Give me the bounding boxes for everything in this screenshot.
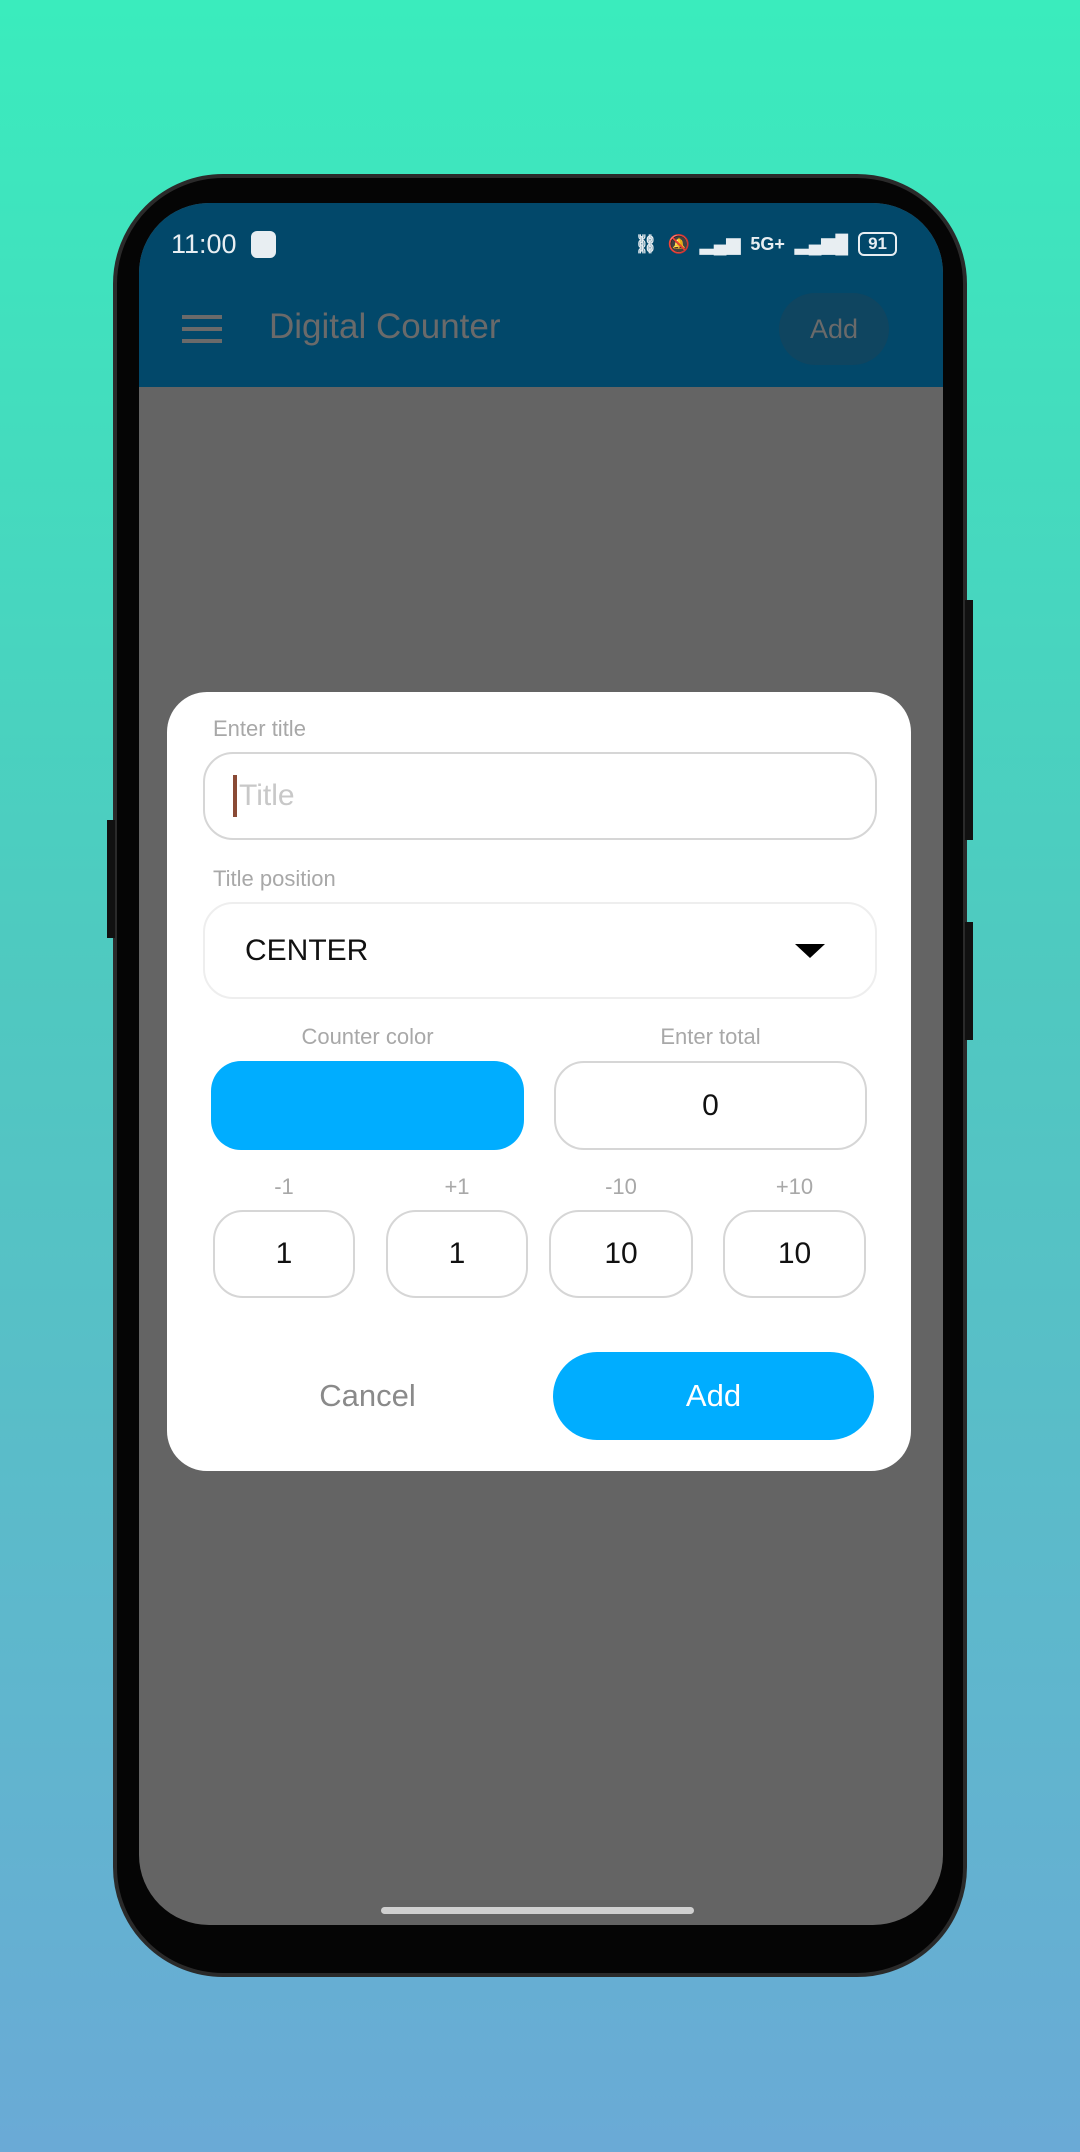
position-value: CENTER (245, 933, 369, 967)
title-position-dropdown[interactable]: CENTER (203, 902, 877, 999)
dropdown-arrow-icon (795, 943, 825, 958)
minus-ten-label: -10 (605, 1174, 637, 1199)
app-title: Digital Counter (269, 307, 501, 346)
minus-one-input[interactable]: 1 (213, 1210, 355, 1298)
add-counter-button[interactable]: Add (779, 293, 889, 365)
title-input[interactable]: Title (203, 752, 877, 840)
side-button (965, 600, 973, 840)
network-type: 5G+ (750, 233, 785, 254)
side-button (965, 922, 973, 1040)
add-button[interactable]: Add (553, 1352, 874, 1440)
signal-icon: ▂▄▆█ (794, 233, 849, 254)
counter-color-picker[interactable] (211, 1061, 524, 1150)
plus-ten-input[interactable]: 10 (723, 1210, 866, 1298)
plus-one-label: +1 (444, 1174, 470, 1199)
total-label: Enter total (660, 1024, 761, 1049)
counter-color-label: Counter color (301, 1024, 434, 1049)
add-counter-dialog: Enter title Title Title position CENTER … (167, 692, 911, 1471)
minus-ten-input[interactable]: 10 (549, 1210, 693, 1298)
signal-icon: ▂▄▆ (699, 233, 741, 254)
muted-bell-icon: 🔕 (667, 233, 690, 254)
menu-icon[interactable] (182, 315, 222, 343)
text-cursor (233, 775, 237, 817)
side-button (107, 820, 115, 938)
total-input[interactable]: 0 (554, 1061, 867, 1150)
app-bar: 11:00 ⛓ 🔕 ▂▄▆ 5G+ ▂▄▆█ 91 Digital Counte… (139, 203, 943, 387)
battery-icon: 91 (858, 232, 897, 256)
home-indicator[interactable] (381, 1907, 694, 1914)
title-placeholder: Title (239, 779, 295, 812)
status-bar: 11:00 ⛓ 🔕 ▂▄▆ 5G+ ▂▄▆█ 91 (171, 223, 897, 265)
title-label: Enter title (213, 716, 306, 741)
minus-one-label: -1 (274, 1174, 294, 1199)
link-icon: ⛓ (634, 233, 658, 254)
plus-one-input[interactable]: 1 (386, 1210, 528, 1298)
cancel-button[interactable]: Cancel (211, 1352, 524, 1440)
plus-ten-label: +10 (775, 1174, 814, 1199)
clock: 11:00 (171, 228, 237, 259)
position-label: Title position (213, 866, 336, 891)
notification-icon (250, 230, 276, 258)
